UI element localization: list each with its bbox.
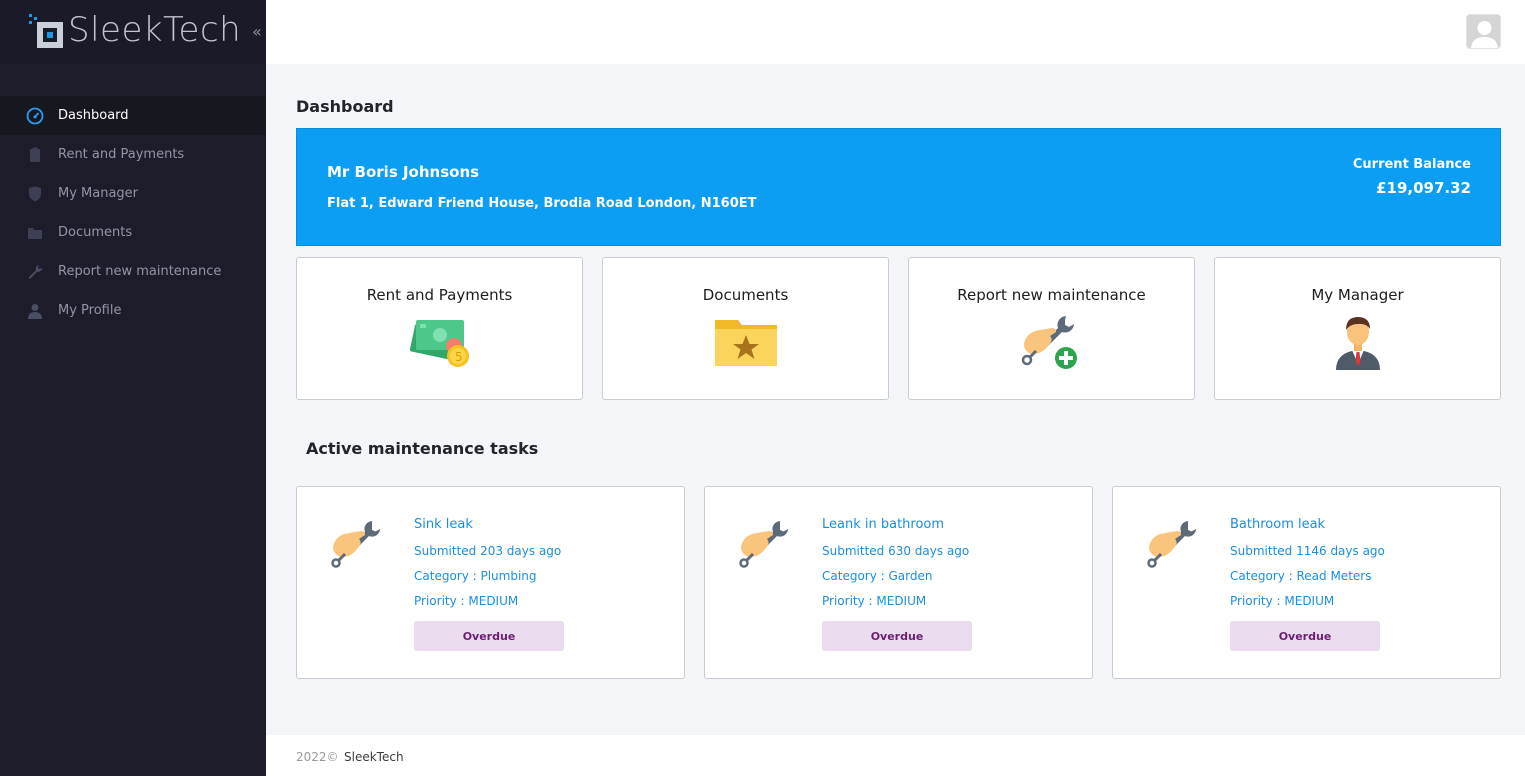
clipboard-icon xyxy=(26,146,44,164)
page-title: Dashboard xyxy=(296,97,394,116)
speedometer-icon xyxy=(26,107,44,125)
maintenance-hand-icon xyxy=(1147,521,1196,568)
task-details: Leank in bathroom Submitted 630 days ago… xyxy=(822,517,972,651)
task-details: Sink leak Submitted 203 days ago Categor… xyxy=(414,517,564,651)
sidebar: SleekTech « Dashboard Rent and Payments … xyxy=(0,0,266,776)
tenant-address: Flat 1, Edward Friend House, Brodia Road… xyxy=(327,196,757,211)
main-content: Dashboard Mr Boris Johnsons Flat 1, Edwa… xyxy=(266,64,1525,735)
status-badge: Overdue xyxy=(1230,621,1380,651)
sidebar-item-label: Documents xyxy=(58,225,133,240)
task-details: Bathroom leak Submitted 1146 days ago Ca… xyxy=(1230,517,1385,651)
task-card: Leank in bathroom Submitted 630 days ago… xyxy=(704,486,1093,679)
quick-link-label: Report new maintenance xyxy=(957,286,1146,304)
tenant-name: Mr Boris Johnsons xyxy=(327,163,480,181)
quick-link-label: Rent and Payments xyxy=(366,286,513,304)
task-priority: Priority : MEDIUM xyxy=(1230,594,1335,608)
maintenance-add-icon xyxy=(1021,316,1079,371)
status-badge: Overdue xyxy=(414,621,564,651)
tenant-banner: Mr Boris Johnsons Flat 1, Edward Friend … xyxy=(296,128,1501,246)
quick-link-label: Documents xyxy=(702,286,789,304)
folder-icon xyxy=(26,224,44,242)
sidebar-item-report-maintenance[interactable]: Report new maintenance xyxy=(0,252,266,291)
footer-year: 2022© xyxy=(296,750,339,764)
task-card: Bathroom leak Submitted 1146 days ago Ca… xyxy=(1112,486,1501,679)
quick-link-my-manager[interactable]: My Manager xyxy=(1214,257,1501,400)
sidebar-item-my-manager[interactable]: My Manager xyxy=(0,174,266,213)
sidebar-item-label: Dashboard xyxy=(58,108,129,123)
balance-value: £19,097.32 xyxy=(1376,179,1471,197)
sidebar-item-dashboard[interactable]: Dashboard xyxy=(0,96,266,135)
tasks-section-title: Active maintenance tasks xyxy=(306,439,539,458)
balance-label: Current Balance xyxy=(1352,157,1471,172)
quick-link-rent-payments[interactable]: Rent and Payments 5 xyxy=(296,257,583,400)
money-icon: 5 xyxy=(409,320,469,367)
task-submitted: Submitted 1146 days ago xyxy=(1230,544,1385,558)
sidebar-item-documents[interactable]: Documents xyxy=(0,213,266,252)
user-icon xyxy=(26,302,44,320)
task-title-link[interactable]: Sink leak xyxy=(414,517,564,544)
task-priority: Priority : MEDIUM xyxy=(822,594,927,608)
task-title-link[interactable]: Bathroom leak xyxy=(1230,517,1385,544)
brand-header: SleekTech « xyxy=(0,0,266,64)
sidebar-item-label: Rent and Payments xyxy=(58,147,185,162)
quick-link-documents[interactable]: Documents xyxy=(602,257,889,400)
sidebar-nav: Dashboard Rent and Payments My Manager D… xyxy=(0,96,266,330)
sidebar-item-label: My Profile xyxy=(58,303,122,318)
brand-name: SleekTech xyxy=(68,10,242,50)
quick-link-report-maintenance[interactable]: Report new maintenance xyxy=(908,257,1195,400)
quick-link-label: My Manager xyxy=(1311,286,1404,304)
task-card: Sink leak Submitted 203 days ago Categor… xyxy=(296,486,685,679)
avatar-placeholder-icon xyxy=(1467,15,1500,48)
sidebar-item-label: Report new maintenance xyxy=(58,264,222,279)
wrench-icon xyxy=(26,263,44,281)
maintenance-hand-icon xyxy=(739,521,788,568)
task-title-link[interactable]: Leank in bathroom xyxy=(822,517,972,544)
task-submitted: Submitted 630 days ago xyxy=(822,544,970,558)
sleektech-logo-icon xyxy=(29,14,63,48)
task-category: Category : Garden xyxy=(822,569,933,583)
svg-text:5: 5 xyxy=(455,350,463,364)
shield-icon xyxy=(26,185,44,203)
chevron-double-left-icon[interactable]: « xyxy=(252,22,262,41)
footer-company: SleekTech xyxy=(344,750,404,764)
task-category: Category : Plumbing xyxy=(414,569,537,583)
footer: 2022© SleekTech xyxy=(266,735,1525,776)
task-priority: Priority : MEDIUM xyxy=(414,594,519,608)
task-category: Category : Read Meters xyxy=(1230,569,1372,583)
manager-icon xyxy=(1335,317,1380,370)
sidebar-item-my-profile[interactable]: My Profile xyxy=(0,291,266,330)
sidebar-item-label: My Manager xyxy=(58,186,139,201)
sidebar-item-rent-payments[interactable]: Rent and Payments xyxy=(0,135,266,174)
top-bar xyxy=(266,0,1525,64)
task-submitted: Submitted 203 days ago xyxy=(414,544,562,558)
star-folder-icon xyxy=(714,320,777,366)
user-avatar[interactable] xyxy=(1466,14,1501,49)
maintenance-hand-icon xyxy=(331,521,380,568)
status-badge: Overdue xyxy=(822,621,972,651)
